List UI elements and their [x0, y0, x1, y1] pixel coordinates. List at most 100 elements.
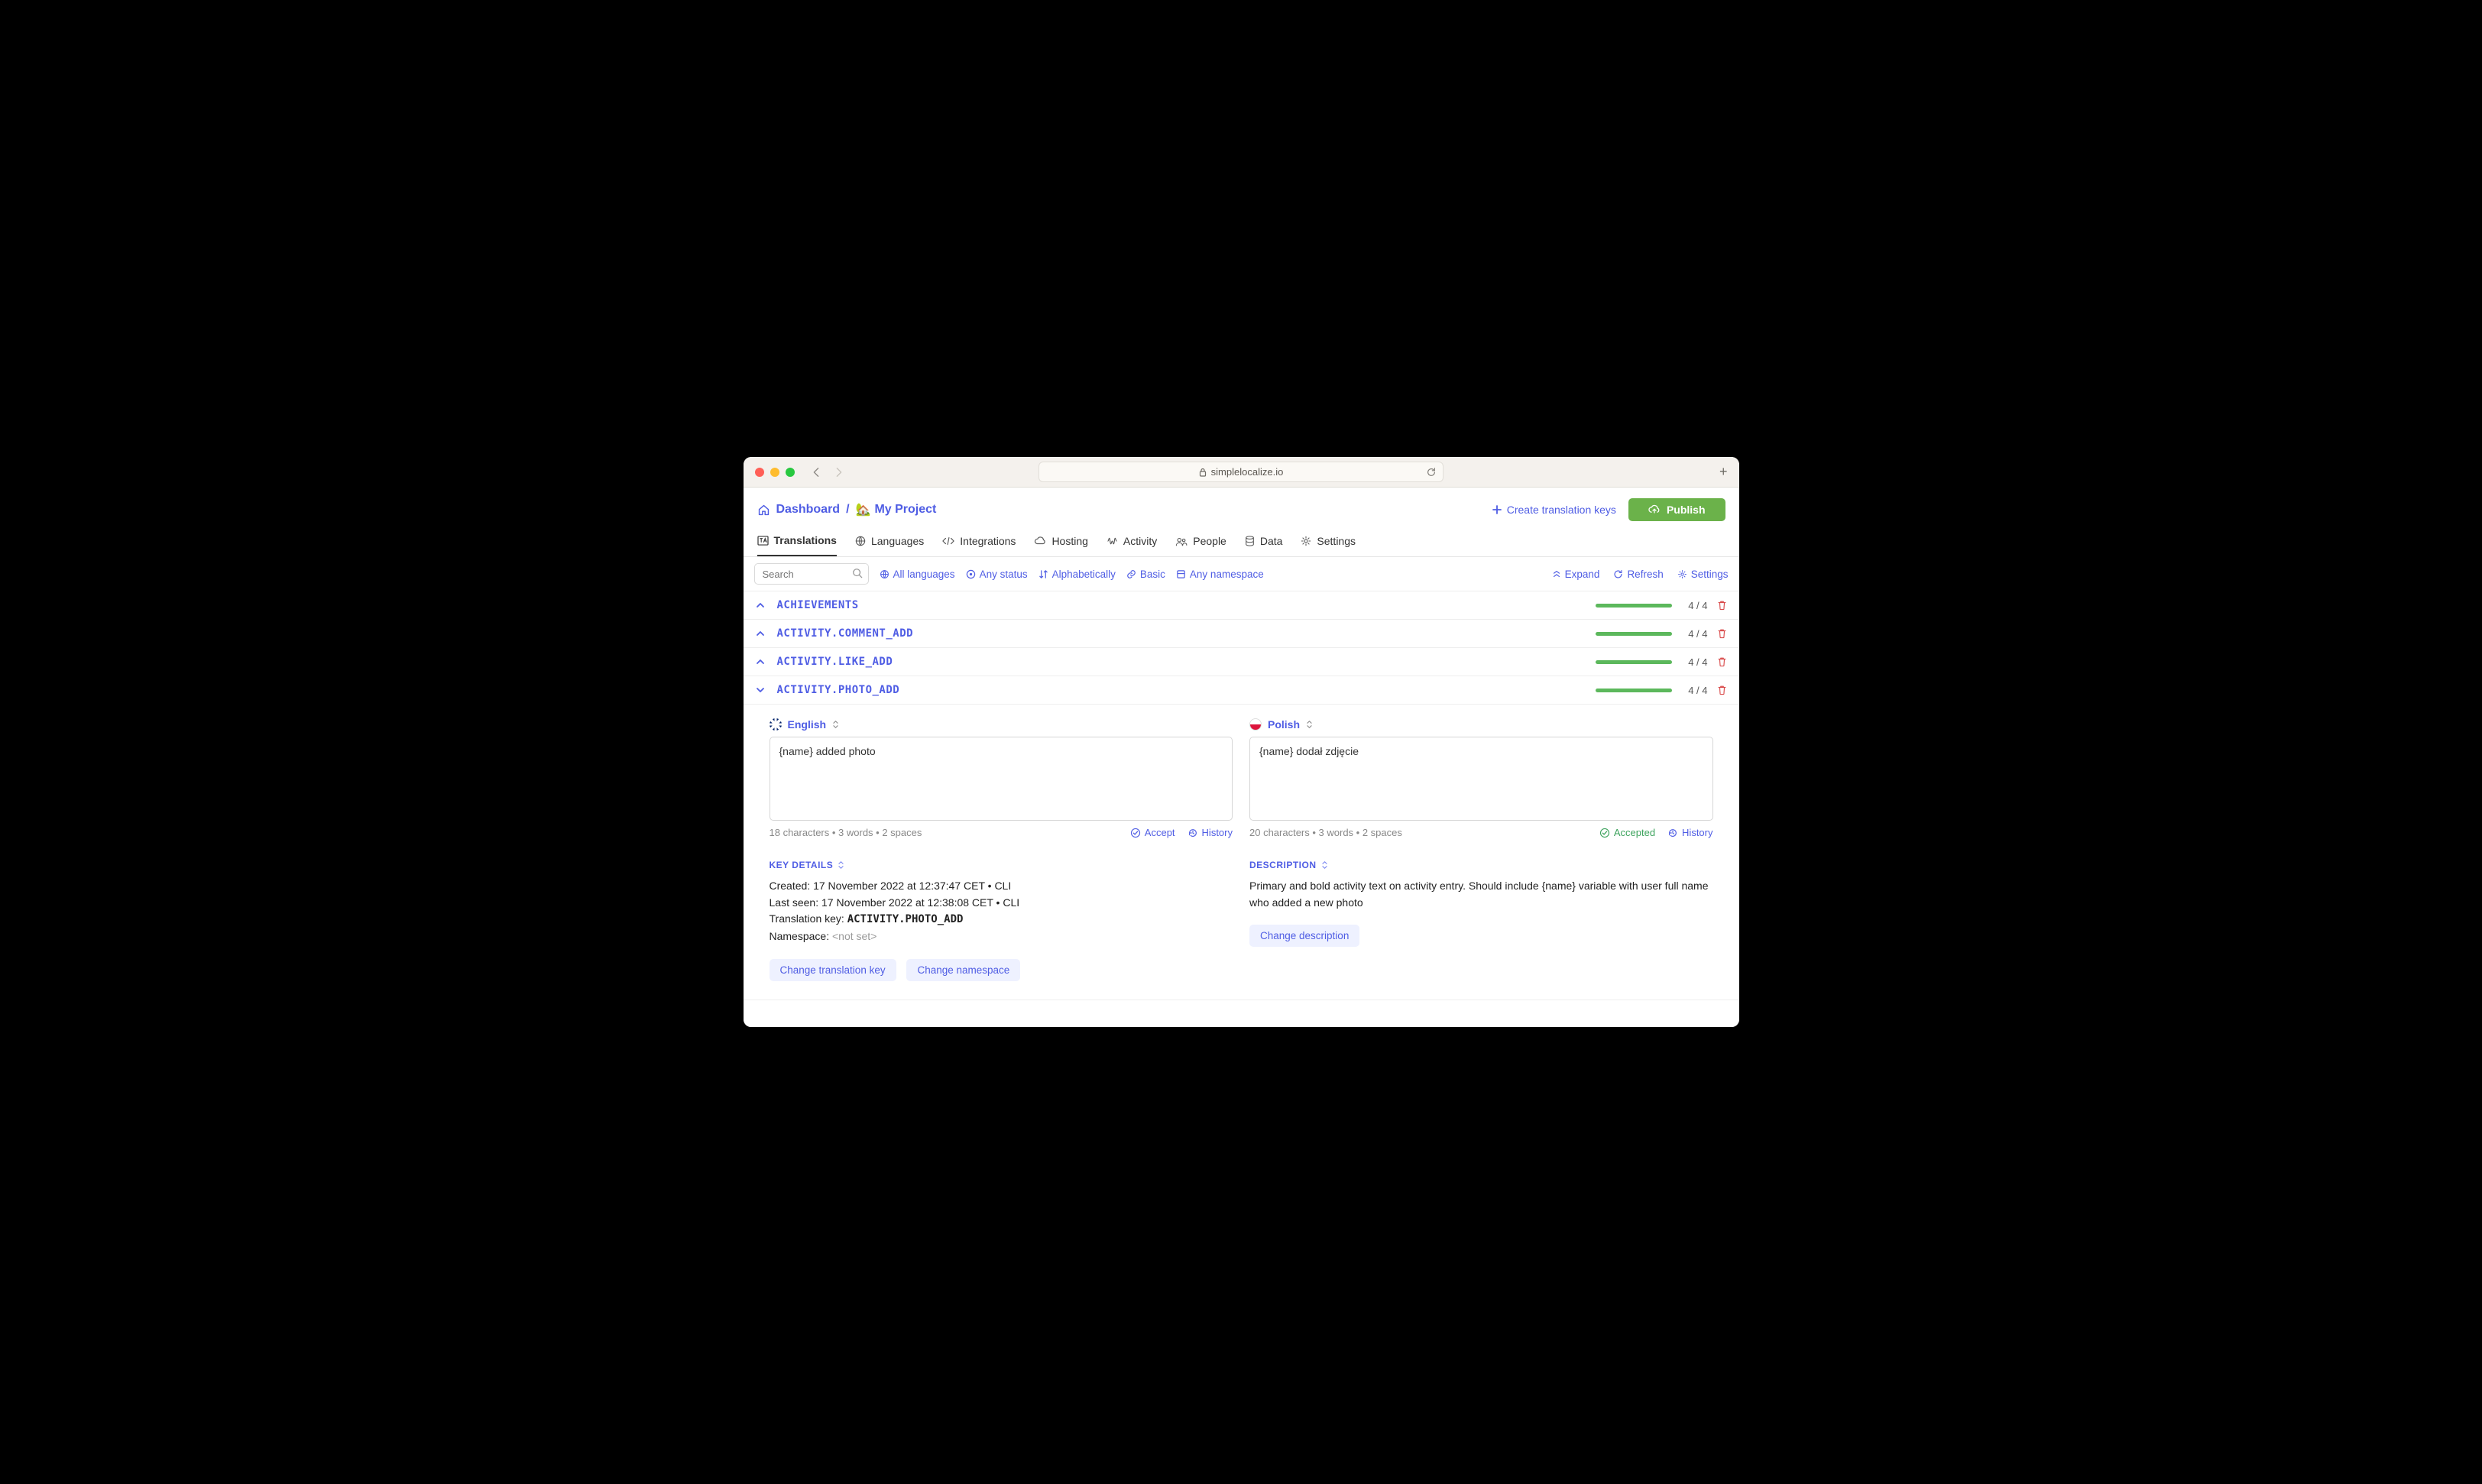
- filter-label: Basic: [1140, 569, 1165, 580]
- tab-activity[interactable]: Activity: [1107, 529, 1157, 556]
- key-name: ACTIVITY.COMMENT_ADD: [777, 627, 914, 640]
- cloud-icon: [1034, 536, 1046, 546]
- minimize-window-icon[interactable]: [770, 468, 779, 477]
- heading-label: KEY DETAILS: [770, 860, 834, 870]
- expand-label: Expand: [1565, 569, 1600, 580]
- updown-icon: [838, 860, 844, 870]
- created-label: Created:: [770, 880, 814, 892]
- history-button[interactable]: History: [1667, 827, 1712, 838]
- key-row[interactable]: ACTIVITY.PHOTO_ADD 4 / 4: [744, 676, 1739, 705]
- info-columns: KEY DETAILS Created: 17 November 2022 at…: [770, 860, 1713, 981]
- ns-label: Namespace:: [770, 930, 832, 942]
- description-heading[interactable]: DESCRIPTION: [1249, 860, 1713, 870]
- description-col: DESCRIPTION Primary and bold activity te…: [1249, 860, 1713, 981]
- trash-icon[interactable]: [1717, 685, 1727, 695]
- accepted-icon: [1599, 828, 1610, 838]
- progress-count: 4 / 4: [1681, 628, 1708, 640]
- globe-icon: [855, 536, 866, 546]
- tab-languages[interactable]: Languages: [855, 529, 924, 556]
- filter-any-status[interactable]: Any status: [966, 569, 1028, 580]
- forward-button[interactable]: [834, 467, 844, 478]
- chevron-up-icon[interactable]: [756, 658, 768, 666]
- trash-icon[interactable]: [1717, 628, 1727, 639]
- trash-icon[interactable]: [1717, 656, 1727, 667]
- chevron-down-icon[interactable]: [756, 686, 768, 694]
- cloud-upload-icon: [1648, 504, 1661, 515]
- close-window-icon[interactable]: [755, 468, 764, 477]
- trash-icon[interactable]: [1717, 600, 1727, 611]
- chevron-up-icon[interactable]: [756, 601, 768, 609]
- refresh-button[interactable]: Refresh: [1613, 569, 1663, 580]
- search-wrap: [754, 563, 869, 585]
- expand-button[interactable]: Expand: [1552, 569, 1600, 580]
- translation-input-polish[interactable]: [1249, 737, 1713, 821]
- filter-label: Alphabetically: [1052, 569, 1116, 580]
- tab-data[interactable]: Data: [1245, 529, 1283, 556]
- link-icon: [1126, 569, 1136, 579]
- history-label: History: [1682, 827, 1712, 838]
- publish-button[interactable]: Publish: [1628, 498, 1725, 521]
- translation-meta: 20 characters • 3 words • 2 spaces Accep…: [1249, 827, 1713, 838]
- lang-col-polish: Polish 20 characters • 3 words • 2 space…: [1249, 718, 1713, 838]
- filter-basic[interactable]: Basic: [1126, 569, 1165, 580]
- filter-label: Any status: [980, 569, 1028, 580]
- reload-icon[interactable]: [1426, 467, 1437, 478]
- project-name: My Project: [874, 503, 936, 517]
- heading-label: DESCRIPTION: [1249, 860, 1317, 870]
- filter-all-languages[interactable]: All languages: [880, 569, 955, 580]
- create-translation-keys-button[interactable]: Create translation keys: [1492, 504, 1616, 516]
- tab-label: People: [1193, 535, 1226, 547]
- breadcrumb-sep: /: [846, 503, 849, 517]
- change-namespace-button[interactable]: Change namespace: [906, 959, 1020, 981]
- key-details-heading[interactable]: KEY DETAILS: [770, 860, 1233, 870]
- flag-uk-icon: [770, 718, 782, 731]
- tab-label: Data: [1260, 535, 1283, 547]
- description-text: Primary and bold activity text on activi…: [1249, 878, 1713, 911]
- maximize-window-icon[interactable]: [786, 468, 795, 477]
- key-row[interactable]: ACHIEVEMENTS 4 / 4: [744, 591, 1739, 620]
- lang-header[interactable]: English: [770, 718, 1233, 731]
- tab-hosting[interactable]: Hosting: [1034, 529, 1087, 556]
- lang-header[interactable]: Polish: [1249, 718, 1713, 731]
- key-name: ACHIEVEMENTS: [777, 599, 859, 611]
- breadcrumb-dashboard[interactable]: Dashboard: [776, 503, 841, 517]
- people-icon: [1175, 536, 1188, 546]
- tab-people[interactable]: People: [1175, 529, 1226, 556]
- lock-icon: [1199, 468, 1207, 477]
- new-tab-button[interactable]: +: [1719, 464, 1728, 480]
- accept-button[interactable]: Accept: [1130, 827, 1175, 838]
- filter-alphabetically[interactable]: Alphabetically: [1038, 569, 1116, 580]
- change-description-button[interactable]: Change description: [1249, 925, 1359, 947]
- chevron-up-icon[interactable]: [756, 630, 768, 637]
- updown-icon: [832, 720, 839, 729]
- search-input[interactable]: [754, 563, 869, 585]
- tab-translations[interactable]: Translations: [757, 529, 837, 556]
- tab-label: Translations: [774, 534, 837, 546]
- tabs: Translations Languages Integrations Host…: [744, 529, 1739, 557]
- history-button[interactable]: History: [1188, 827, 1233, 838]
- gear-icon: [1677, 569, 1687, 579]
- char-stats: 20 characters • 3 words • 2 spaces: [1249, 827, 1402, 838]
- change-translation-key-button[interactable]: Change translation key: [770, 959, 896, 981]
- filter-settings-button[interactable]: Settings: [1677, 569, 1729, 580]
- translation-input-english[interactable]: [770, 737, 1233, 821]
- tab-settings[interactable]: Settings: [1301, 529, 1356, 556]
- filter-label: Any namespace: [1190, 569, 1264, 580]
- page-header: Dashboard / 🏡 My Project Create translat…: [744, 488, 1739, 529]
- key-row[interactable]: ACTIVITY.COMMENT_ADD 4 / 4: [744, 620, 1739, 648]
- back-button[interactable]: [812, 467, 821, 478]
- key-name: ACTIVITY.LIKE_ADD: [777, 656, 893, 668]
- key-row[interactable]: ACTIVITY.LIKE_ADD 4 / 4: [744, 648, 1739, 676]
- database-icon: [1245, 536, 1255, 546]
- progress-bar: [1596, 660, 1672, 664]
- nav-arrows: [812, 467, 844, 478]
- code-icon: [942, 536, 954, 546]
- breadcrumb-project[interactable]: 🏡 My Project: [856, 502, 937, 517]
- gear-icon: [1301, 536, 1311, 546]
- progress-bar: [1596, 632, 1672, 636]
- tab-integrations[interactable]: Integrations: [942, 529, 1016, 556]
- tab-label: Hosting: [1051, 535, 1087, 547]
- filter-any-namespace[interactable]: Any namespace: [1176, 569, 1264, 580]
- url-bar[interactable]: simplelocalize.io: [1038, 462, 1444, 482]
- history-label: History: [1202, 827, 1233, 838]
